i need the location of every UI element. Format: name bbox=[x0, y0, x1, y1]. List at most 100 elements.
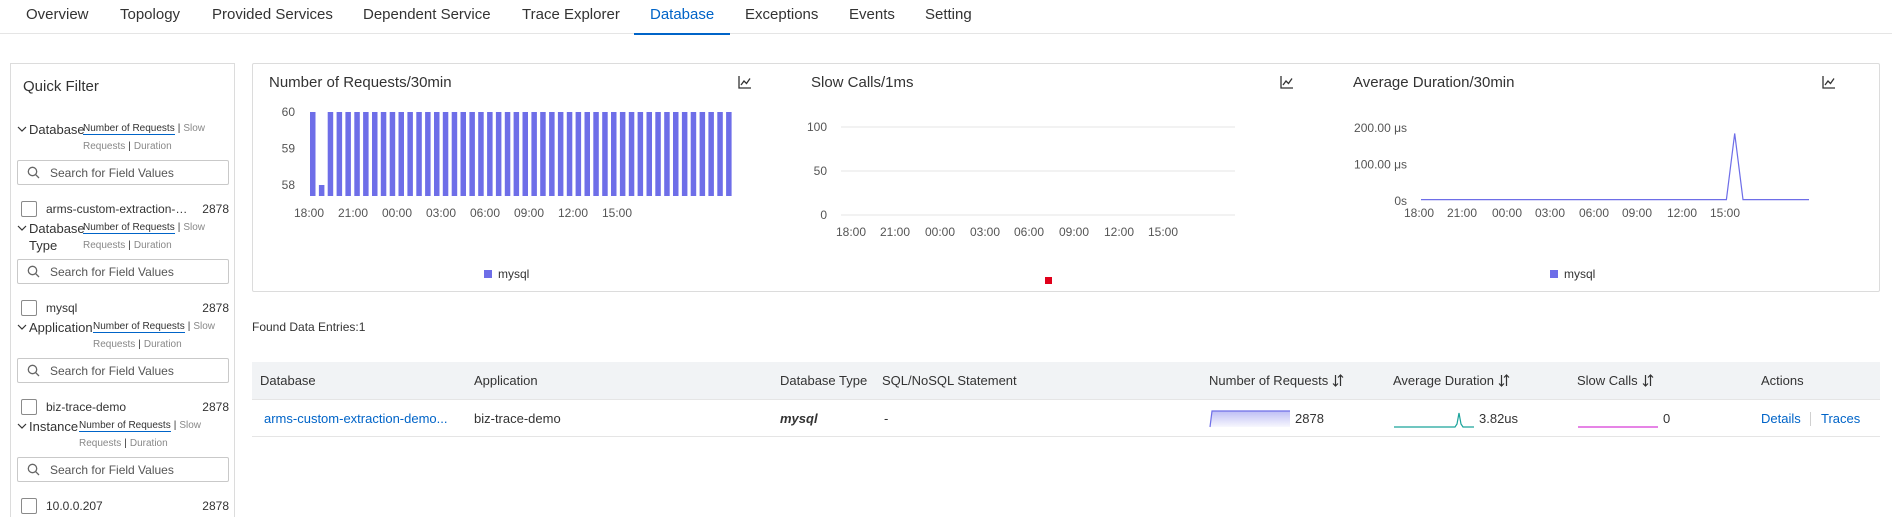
bar bbox=[593, 112, 599, 196]
requests-sparkline bbox=[1209, 410, 1290, 428]
metric-switch: Number of Requests | Slow bbox=[83, 222, 206, 234]
tab-trace-explorer[interactable]: Trace Explorer bbox=[522, 0, 620, 34]
action-divider bbox=[1810, 412, 1811, 426]
bar bbox=[611, 112, 617, 196]
filter-section-name: Application bbox=[29, 320, 93, 335]
metric-option-requests[interactable]: Number of Requests bbox=[83, 123, 175, 135]
metric-option-duration[interactable]: Duration bbox=[144, 339, 182, 350]
x-tick-label: 00:00 bbox=[1492, 206, 1522, 220]
x-tick-label: 15:00 bbox=[602, 206, 632, 220]
metric-option-slow-cont[interactable]: Requests bbox=[79, 438, 121, 449]
column-header-slow-calls[interactable]: Slow Calls bbox=[1577, 373, 1654, 388]
search-input[interactable] bbox=[50, 263, 220, 280]
x-tick-label: 09:00 bbox=[514, 206, 544, 220]
tab-dependent-service[interactable]: Dependent Service bbox=[363, 0, 491, 34]
x-tick-label: 15:00 bbox=[1148, 225, 1178, 239]
tab-topology[interactable]: Topology bbox=[120, 0, 180, 34]
y-tick-label: 59 bbox=[282, 142, 296, 156]
x-tick-label: 12:00 bbox=[1104, 225, 1134, 239]
traces-link[interactable]: Traces bbox=[1821, 411, 1860, 426]
y-tick-label: 50 bbox=[814, 164, 828, 178]
filter-item-count: 2878 bbox=[202, 499, 229, 513]
x-tick-label: 21:00 bbox=[880, 225, 910, 239]
bar bbox=[380, 112, 387, 196]
filter-item[interactable]: 10.0.0.207 2878 bbox=[21, 496, 229, 516]
bar bbox=[726, 112, 732, 196]
y-tick-label: 100.00 μs bbox=[1354, 158, 1407, 172]
search-input[interactable] bbox=[50, 362, 220, 379]
tab-database[interactable]: Database bbox=[633, 0, 731, 35]
filter-section-header[interactable]: Instance Number of Requests | Slow Request… bbox=[15, 417, 230, 453]
bar bbox=[566, 112, 573, 196]
line-chart-icon[interactable] bbox=[1821, 74, 1837, 90]
bar bbox=[664, 112, 670, 196]
metric-option-duration[interactable]: Duration bbox=[130, 438, 168, 449]
charts-panel: Number of Requests/30min 58 59 60 18:00 21:0… bbox=[252, 63, 1880, 292]
filter-section-header[interactable]: Database Type Number of Requests | Slow Re… bbox=[15, 219, 230, 255]
filter-section-header[interactable]: Application Number of Requests | Slow Requ… bbox=[15, 318, 230, 354]
chart-legend: mysql bbox=[1550, 267, 1595, 281]
column-header-requests[interactable]: Number of Requests bbox=[1209, 373, 1344, 388]
filter-item[interactable]: arms-custom-extraction-demo-db 2878 bbox=[21, 199, 229, 219]
filter-item[interactable]: biz-trace-demo 2878 bbox=[21, 397, 229, 417]
search-field[interactable] bbox=[17, 457, 229, 482]
bar bbox=[495, 112, 502, 196]
bar bbox=[681, 112, 688, 196]
metric-option-duration[interactable]: Duration bbox=[134, 141, 172, 152]
column-header-average-duration[interactable]: Average Duration bbox=[1393, 373, 1510, 388]
x-tick-label: 00:00 bbox=[382, 206, 412, 220]
sort-icon[interactable] bbox=[1498, 374, 1510, 387]
column-header-application: Application bbox=[474, 373, 538, 388]
x-tick-label: 21:00 bbox=[338, 206, 368, 220]
sort-icon[interactable] bbox=[1642, 374, 1654, 387]
search-field[interactable] bbox=[17, 259, 229, 284]
bar bbox=[646, 112, 652, 196]
checkbox[interactable] bbox=[21, 399, 37, 415]
x-tick-label: 06:00 bbox=[470, 206, 500, 220]
chart-slow-calls: Slow Calls/1ms 0 50 100 18:00 21:00 00:00 03:0… bbox=[795, 64, 1315, 291]
metric-option-slow[interactable]: Slow bbox=[183, 222, 205, 233]
bar bbox=[540, 112, 546, 196]
metric-option-slow[interactable]: Slow bbox=[183, 123, 205, 134]
search-input[interactable] bbox=[50, 164, 220, 181]
filter-section-name: Database bbox=[29, 221, 85, 236]
tab-overview[interactable]: Overview bbox=[26, 0, 89, 34]
x-tick-label: 12:00 bbox=[1667, 206, 1697, 220]
metric-option-requests[interactable]: Number of Requests bbox=[93, 321, 185, 333]
search-field[interactable] bbox=[17, 358, 229, 383]
bar bbox=[434, 112, 440, 196]
checkbox[interactable] bbox=[21, 498, 37, 514]
line-chart-icon[interactable] bbox=[737, 74, 753, 90]
tab-setting[interactable]: Setting bbox=[925, 0, 972, 34]
metric-option-requests[interactable]: Number of Requests bbox=[83, 222, 175, 234]
filter-section-header[interactable]: Database Number of Requests | Slow Request… bbox=[15, 120, 230, 156]
metric-option-requests[interactable]: Number of Requests bbox=[79, 420, 171, 432]
bar bbox=[522, 112, 528, 196]
checkbox[interactable] bbox=[21, 300, 37, 316]
metric-option-slow-cont[interactable]: Requests bbox=[93, 339, 135, 350]
bar bbox=[336, 112, 343, 196]
metric-option-slow[interactable]: Slow bbox=[179, 420, 201, 431]
bar bbox=[310, 112, 316, 196]
search-input[interactable] bbox=[50, 461, 220, 478]
column-header-database: Database bbox=[260, 373, 316, 388]
details-link[interactable]: Details bbox=[1761, 411, 1801, 426]
sort-icon[interactable] bbox=[1332, 374, 1344, 387]
column-header-label: Slow Calls bbox=[1577, 373, 1638, 388]
filter-item[interactable]: mysql 2878 bbox=[21, 298, 229, 318]
tab-events[interactable]: Events bbox=[849, 0, 895, 34]
metric-option-slow-cont[interactable]: Requests bbox=[83, 240, 125, 251]
metric-option-duration[interactable]: Duration bbox=[134, 240, 172, 251]
tab-exceptions[interactable]: Exceptions bbox=[745, 0, 818, 34]
metric-option-slow-cont[interactable]: Requests bbox=[83, 141, 125, 152]
line-chart-icon[interactable] bbox=[1279, 74, 1295, 90]
metric-option-slow[interactable]: Slow bbox=[193, 321, 215, 332]
chart-title: Number of Requests/30min bbox=[269, 74, 452, 91]
database-link[interactable]: arms-custom-extraction-demo... bbox=[264, 411, 448, 426]
search-field[interactable] bbox=[17, 160, 229, 185]
metric-switch-line2: Requests | Duration bbox=[79, 438, 168, 449]
tab-provided-services[interactable]: Provided Services bbox=[212, 0, 333, 34]
x-tick-label: 18:00 bbox=[836, 225, 866, 239]
checkbox[interactable] bbox=[21, 201, 37, 217]
chart-average-duration: Average Duration/30min 0s 100.00 μs 200.00… bbox=[1337, 64, 1857, 291]
